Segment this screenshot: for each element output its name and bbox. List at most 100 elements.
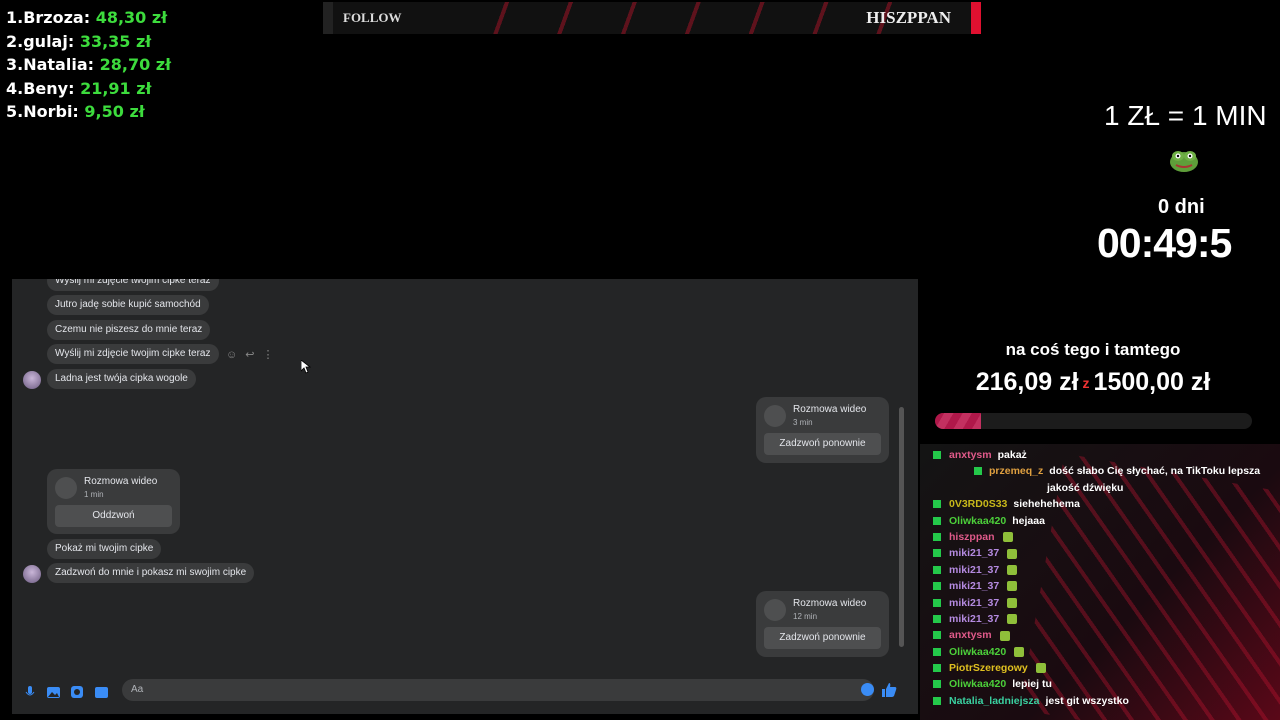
pepe-emote-icon <box>1170 151 1198 172</box>
chat-username[interactable]: przemeq_z <box>989 465 1043 477</box>
chat-text: hejaaa <box>1012 514 1045 527</box>
thumbs-up-icon[interactable] <box>881 683 897 697</box>
message-bubble: Zadzwoń do mnie i pokasz mi swojim cipke <box>47 563 255 583</box>
badge-icon <box>974 467 982 476</box>
call-back-button[interactable]: Oddzwoń <box>55 505 172 527</box>
message-actions[interactable]: ☺↩⋮ <box>226 348 281 361</box>
chat-username[interactable]: miki21_37 <box>949 547 999 559</box>
follower-name: HISZPPAN <box>866 8 951 27</box>
more-icon[interactable]: ⋮ <box>262 349 281 361</box>
messenger-conversation: Wyślij mi zdjęcie twojim cipke teraz Jut… <box>12 279 918 714</box>
emoji-icon[interactable] <box>861 683 874 696</box>
chat-emote-icon <box>1007 581 1018 592</box>
banner-accent <box>971 2 981 34</box>
message-bubble[interactable]: Wyślij mi zdjęcie twojim cipke teraz <box>47 344 219 364</box>
chat-emote-icon <box>1007 564 1018 575</box>
chat-message: anxtysm <box>920 627 1280 643</box>
stream-chat: anxtysm pakaż przemeq_z dość słabo Cię słyc… <box>920 444 1280 720</box>
chat-message: przemeq_z dość słabo Cię słychać, na TikT… <box>920 463 1280 479</box>
message-bubble: Wyślij mi zdjęcie twojim cipke teraz <box>47 279 219 291</box>
video-call-card: Rozmowa wideo 3 min Zadzwoń ponownie <box>756 397 889 463</box>
badge-icon <box>933 516 941 525</box>
chat-username[interactable]: miki21_37 <box>949 580 999 592</box>
chat-message: hiszppan <box>920 529 1280 545</box>
chat-emote-icon <box>1035 663 1046 674</box>
chat-username[interactable]: anxtysm <box>949 629 992 641</box>
message-input[interactable]: Aa <box>122 679 874 701</box>
microphone-icon[interactable] <box>24 685 38 697</box>
chat-username[interactable]: miki21_37 <box>949 613 999 625</box>
badge-icon <box>933 647 941 656</box>
chat-message: miki21_37 <box>920 578 1280 594</box>
chat-message: Oliwkaa420 hejaaa <box>920 513 1280 529</box>
video-call-card: Rozmowa wideo 1 min Oddzwoń <box>47 469 180 534</box>
chat-username[interactable]: hiszppan <box>949 531 995 543</box>
chat-message: jakość dźwięku <box>920 480 1280 496</box>
message-bubble: Pokaż mi twojim cipke <box>47 539 162 559</box>
chat-lines: anxtysm pakaż przemeq_z dość słabo Cię słyc… <box>920 444 1280 709</box>
message-bubble: Jutro jadę sobie kupić samochód <box>47 295 209 315</box>
chat-username[interactable]: PiotrSzeregowy <box>949 662 1028 674</box>
call-again-button[interactable]: Zadzwoń ponownie <box>764 627 881 649</box>
badge-icon <box>933 532 941 541</box>
chat-text: jest git wszystko <box>1045 694 1129 707</box>
leaderboard-row: 3.Natalia: 28,70 zł <box>6 55 172 74</box>
message-bubble: Ladna jest twója cipka wogole <box>47 369 196 389</box>
badge-icon <box>933 549 941 558</box>
chat-text: siehehehema <box>1013 498 1080 511</box>
chat-username[interactable]: miki21_37 <box>949 564 999 576</box>
chat-emote-icon <box>1002 532 1013 543</box>
chat-message: PiotrSzeregowy <box>920 660 1280 676</box>
avatar[interactable] <box>23 565 41 583</box>
message-composer: Aa <box>12 677 918 707</box>
chat-message: Natalia_ladniejsza jest git wszystko <box>920 693 1280 709</box>
chat-username[interactable]: anxtysm <box>949 449 992 461</box>
video-camera-icon <box>55 477 77 499</box>
call-duration: 12 min <box>793 612 818 621</box>
chat-message: miki21_37 <box>920 595 1280 611</box>
call-duration: 1 min <box>84 490 104 499</box>
badge-icon <box>933 565 941 574</box>
badge-icon <box>933 631 941 640</box>
reply-icon[interactable]: ↩ <box>245 349 262 361</box>
chat-username[interactable]: Oliwkaa420 <box>949 646 1006 658</box>
video-camera-icon <box>764 405 786 427</box>
goal-current: 216,09 zł <box>975 368 1079 396</box>
message-input-placeholder: Aa <box>131 684 144 695</box>
chat-username[interactable]: 0V3RD0S33 <box>949 498 1007 510</box>
chat-text: pakaż <box>997 449 1027 461</box>
chat-emote-icon <box>1007 548 1018 559</box>
leaderboard-row: 2.gulaj: 33,35 zł <box>6 31 152 51</box>
chat-text: lepiej tu <box>1012 678 1052 691</box>
badge-icon <box>933 664 941 673</box>
chat-username[interactable]: Oliwkaa420 <box>949 515 1006 527</box>
avatar[interactable] <box>23 371 41 389</box>
mouse-cursor-icon <box>301 360 311 374</box>
follow-banner: FOLLOW HISZPPAN <box>323 2 981 34</box>
call-title: Rozmowa wideo <box>793 404 867 415</box>
goal-title: na coś tego i tamtego <box>1005 340 1181 359</box>
leaderboard-row: 1.Brzoza: 48,30 zł <box>6 8 168 27</box>
donor-leaderboard: 1.Brzoza: 48,30 zł 2.gulaj: 33,35 zł 3.N… <box>6 6 326 124</box>
chat-emote-icon <box>1007 614 1018 625</box>
chat-message: miki21_37 <box>920 562 1280 578</box>
image-icon[interactable] <box>47 685 61 698</box>
badge-icon <box>933 500 941 509</box>
chat-username[interactable]: Oliwkaa420 <box>949 678 1006 690</box>
chat-username[interactable]: Natalia_ladniejsza <box>949 695 1039 707</box>
subathon-days: 0 dni <box>1158 196 1205 218</box>
badge-icon <box>933 598 941 607</box>
badge-icon <box>933 582 941 591</box>
chat-message: miki21_37 <box>920 545 1280 561</box>
chat-emote-icon <box>999 630 1010 641</box>
video-camera-icon <box>764 599 786 621</box>
chat-username[interactable]: miki21_37 <box>949 597 999 609</box>
gif-icon[interactable] <box>95 685 109 698</box>
call-title: Rozmowa wideo <box>793 598 867 609</box>
call-again-button[interactable]: Zadzwoń ponownie <box>764 433 881 455</box>
banner-stripes <box>473 2 893 34</box>
react-icon[interactable]: ☺ <box>226 349 245 361</box>
chat-message: 0V3RD0S33 siehehehema <box>920 496 1280 512</box>
sticker-icon[interactable] <box>71 685 85 698</box>
scrollbar[interactable] <box>899 407 904 647</box>
